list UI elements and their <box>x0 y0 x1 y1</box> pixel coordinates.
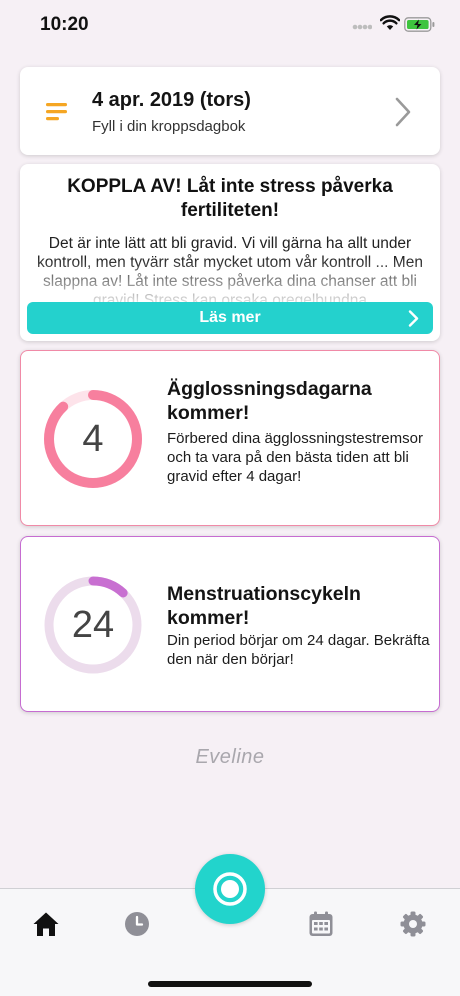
menstruation-title: Menstruationscykeln kommer! <box>167 583 361 629</box>
calendar-icon[interactable] <box>308 911 334 937</box>
record-icon <box>213 872 247 906</box>
ovulation-title: Ägglossningsdagarna kommer! <box>167 378 372 424</box>
home-icon[interactable] <box>32 911 60 937</box>
chevron-right-icon <box>395 97 411 127</box>
record-button[interactable] <box>195 854 265 924</box>
gear-icon[interactable] <box>400 911 426 937</box>
read-more-button[interactable]: Läs mer <box>27 302 433 334</box>
menstruation-card[interactable]: 24 Menstruationscykeln kommer! Din perio… <box>20 536 440 712</box>
article-card[interactable]: KOPPLA AV! Låt inte stress påverka ferti… <box>20 164 440 341</box>
eveline-logo: Eveline <box>195 746 265 768</box>
status-bar: 10:20 <box>0 0 460 50</box>
diary-subtitle: Fyll i din kroppsdagbok <box>92 118 246 135</box>
article-excerpt: Det är inte lätt att bli gravid. Vi vill… <box>37 235 423 302</box>
diary-date: 4 apr. 2019 (tors) <box>92 89 251 111</box>
menu-lines-icon <box>46 103 67 121</box>
status-time: 10:20 <box>40 14 89 35</box>
ovulation-card[interactable]: 4 Ägglossningsdagarna kommer! Förbered d… <box>20 350 440 526</box>
body-diary-card[interactable]: 4 apr. 2019 (tors) Fyll i din kroppsdagb… <box>20 67 440 155</box>
article-title: KOPPLA AV! Låt inte stress påverka ferti… <box>67 176 393 221</box>
wifi-icon <box>380 15 400 30</box>
home-indicator <box>148 981 312 987</box>
menstruation-text: Din period börjar om 24 dagar. Bekräfta … <box>167 632 430 668</box>
battery-charging-icon <box>404 17 435 32</box>
menstruation-days-number: 24 <box>71 604 115 646</box>
read-more-label: Läs mer <box>199 309 261 326</box>
chevron-right-icon <box>408 310 419 327</box>
cellular-signal-icon <box>352 24 372 30</box>
ovulation-text: Förbered dina ägglossningstestremsor och… <box>167 430 423 485</box>
ovulation-days-number: 4 <box>82 418 104 460</box>
clock-icon[interactable] <box>124 911 150 937</box>
